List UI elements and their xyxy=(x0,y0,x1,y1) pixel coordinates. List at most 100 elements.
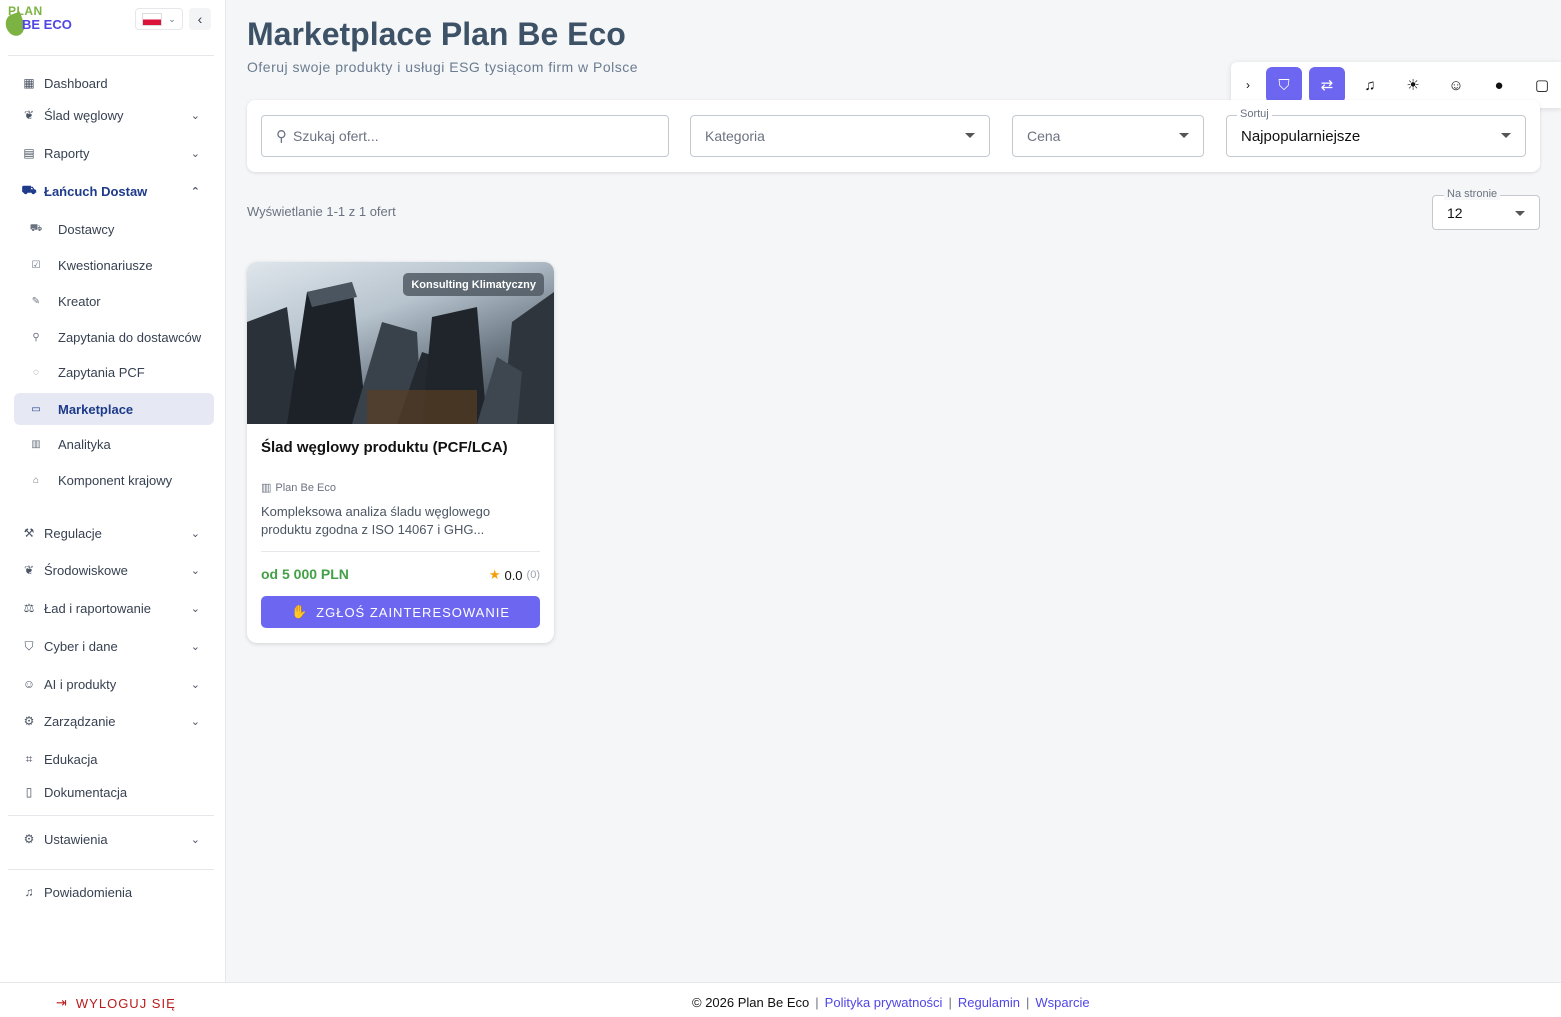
price-placeholder: Cena xyxy=(1027,128,1061,144)
sidebar-item-creator[interactable]: ✎ Kreator xyxy=(14,285,214,317)
offer-title[interactable]: Ślad węglowy produktu (PCF/LCA) xyxy=(261,439,508,456)
ai-assistant-button[interactable]: ☺ xyxy=(1438,67,1474,103)
chevron-down-icon: ⌄ xyxy=(190,147,200,160)
brand-logo[interactable]: PLAN BE ECO xyxy=(2,4,76,39)
provider-name: Plan Be Eco xyxy=(275,481,336,494)
brand-line-1: PLAN xyxy=(8,4,43,18)
sort-select[interactable]: Sortuj Najpopularniejsze xyxy=(1226,108,1526,157)
book-icon: ▯ xyxy=(25,785,33,799)
chat-icon: ● xyxy=(1494,76,1504,94)
store-icon: ▭ xyxy=(31,403,41,415)
sidebar-item-questionnaires[interactable]: ☑ Kwestionariusze xyxy=(14,249,214,281)
swap-button[interactable]: ⇄ xyxy=(1309,67,1345,103)
search-input[interactable]: ⚲ Szukaj ofert... xyxy=(261,115,669,157)
sidebar-item-management[interactable]: ⚙ Zarządzanie ⌄ xyxy=(14,705,214,737)
sidebar-item-notifications[interactable]: ♫ Powiadomienia xyxy=(14,876,214,908)
sort-value: Najpopularniejsze xyxy=(1241,127,1361,145)
logout-button[interactable]: ⇥ WYLOGUJ SIĘ xyxy=(56,995,176,1011)
swap-icon: ⇄ xyxy=(1320,77,1334,94)
sun-icon: ☀ xyxy=(1406,77,1420,94)
robot-icon: ☺ xyxy=(1448,76,1464,94)
sidebar-item-cyber-data[interactable]: ⛉ Cyber i dane ⌄ xyxy=(14,630,214,662)
sidebar-item-label: Edukacja xyxy=(44,751,98,767)
gear-icon: ⚙ xyxy=(23,832,35,846)
sidebar-item-label: Ślad węglowy xyxy=(44,107,124,123)
chevron-down-icon: ⌄ xyxy=(190,527,200,540)
sidebar-item-label: Zarządzanie xyxy=(44,713,116,729)
sidebar-item-education[interactable]: ⌗ Edukacja xyxy=(14,743,214,775)
sidebar-item-environmental[interactable]: ❦ Środowiskowe ⌄ xyxy=(14,554,214,586)
feedback-icon: ▢ xyxy=(1534,77,1550,94)
category-badge: Konsulting Klimatyczny xyxy=(403,273,544,296)
star-icon: ★ xyxy=(488,567,501,582)
caret-down-icon xyxy=(1515,211,1525,216)
sidebar-item-label: Ustawienia xyxy=(44,831,108,847)
sidebar-item-label: Regulacje xyxy=(44,525,102,541)
sidebar-item-label: Ład i raportowanie xyxy=(44,600,151,616)
results-count: Wyświetlanie 1-1 z 1 ofert xyxy=(247,204,396,219)
terms-link[interactable]: Regulamin xyxy=(958,995,1020,1010)
sidebar-item-label: Powiadomienia xyxy=(44,884,133,900)
truck-icon: ⛟ xyxy=(21,183,37,197)
search-placeholder: Szukaj ofert... xyxy=(293,128,379,144)
robot-icon: ☺ xyxy=(22,677,36,691)
bell-icon: ♫ xyxy=(24,885,34,899)
chat-button[interactable]: ● xyxy=(1481,67,1517,103)
offer-card[interactable]: Konsulting Klimatyczny Ślad węglowy prod… xyxy=(247,262,554,643)
chevron-down-icon: ⌄ xyxy=(190,715,200,728)
sidebar-item-label: Łańcuch Dostaw xyxy=(44,183,148,199)
sidebar-item-settings[interactable]: ⚙ Ustawienia ⌄ xyxy=(14,823,214,855)
sidebar-item-marketplace[interactable]: ▭ Marketplace xyxy=(14,393,214,425)
shield-button[interactable]: ⛉ xyxy=(1266,67,1302,103)
language-selector[interactable]: ⌄ xyxy=(135,8,183,30)
sidebar-item-label: AI i produkty xyxy=(44,676,117,692)
sidebar-item-analytics[interactable]: ▥ Analityka xyxy=(14,428,214,460)
price-select[interactable]: Cena xyxy=(1012,115,1204,157)
sidebar-item-label: Zapytania PCF xyxy=(58,364,145,380)
offer-image: Konsulting Klimatyczny xyxy=(247,262,554,424)
sidebar-item-pcf-requests[interactable]: ◌ Zapytania PCF xyxy=(14,356,214,388)
feedback-button[interactable]: ▢ xyxy=(1524,67,1560,103)
sidebar-item-reports[interactable]: ▤ Raporty ⌄ xyxy=(14,137,214,169)
gavel-icon: ⚒ xyxy=(23,526,35,540)
privacy-link[interactable]: Polityka prywatności xyxy=(825,995,943,1010)
offer-description: Kompleksowa analiza śladu węglowego prod… xyxy=(261,504,491,537)
truck-icon: ⛟ xyxy=(29,222,43,234)
offer-price: od 5 000 PLN xyxy=(261,566,349,582)
sidebar-item-ai-products[interactable]: ☺ AI i produkty ⌄ xyxy=(14,668,214,700)
brand-line-2: BE ECO xyxy=(22,17,72,32)
separator: | xyxy=(815,995,819,1010)
home-icon: ⌂ xyxy=(32,474,40,486)
sidebar-item-supply-chain[interactable]: ⛟ Łańcuch Dostaw ⌃ xyxy=(14,175,214,207)
sidebar-item-label: Kwestionariusze xyxy=(58,257,153,273)
express-interest-button[interactable]: ✋ ZGŁOŚ ZAINTERESOWANIE xyxy=(261,596,540,628)
chevron-right-icon[interactable]: › xyxy=(1237,78,1259,92)
notifications-button[interactable]: ♫ xyxy=(1352,67,1388,103)
page-title: Marketplace Plan Be Eco xyxy=(247,16,626,52)
theme-toggle-button[interactable]: ☀ xyxy=(1395,67,1431,103)
chevron-down-icon: ⌄ xyxy=(190,564,200,577)
sidebar-item-label: Komponent krajowy xyxy=(58,472,173,488)
category-select[interactable]: Kategoria xyxy=(690,115,990,157)
per-page-value: 12 xyxy=(1447,205,1463,221)
sidebar-item-carbon-footprint[interactable]: ❦ Ślad węglowy ⌄ xyxy=(14,99,214,131)
sidebar-item-dashboard[interactable]: ▦ Dashboard xyxy=(14,67,214,99)
gear-icon: ⚙ xyxy=(23,714,35,728)
category-placeholder: Kategoria xyxy=(705,128,765,144)
sidebar-item-supplier-requests[interactable]: ⚲ Zapytania do dostawców xyxy=(14,321,214,353)
scale-icon: ⚖ xyxy=(23,601,35,615)
sidebar-item-national-component[interactable]: ⌂ Komponent krajowy xyxy=(14,464,214,496)
divider xyxy=(8,55,214,56)
per-page-select[interactable]: Na stronie 12 xyxy=(1432,188,1540,230)
chevron-left-icon: ‹ xyxy=(197,11,203,27)
support-link[interactable]: Wsparcie xyxy=(1035,995,1089,1010)
logout-label: WYLOGUJ SIĘ xyxy=(75,995,176,1011)
edit-icon: ✎ xyxy=(31,295,41,307)
collapse-sidebar-button[interactable]: ‹ xyxy=(189,8,211,30)
sidebar-item-suppliers[interactable]: ⛟ Dostawcy xyxy=(14,213,214,245)
sidebar-item-documentation[interactable]: ▯ Dokumentacja xyxy=(14,776,214,808)
separator: | xyxy=(948,995,952,1010)
page-subtitle: Oferuj swoje produkty i usługi ESG tysią… xyxy=(247,59,639,75)
sidebar-item-regulations[interactable]: ⚒ Regulacje ⌄ xyxy=(14,517,214,549)
sidebar-item-governance[interactable]: ⚖ Ład i raportowanie ⌄ xyxy=(14,592,214,624)
